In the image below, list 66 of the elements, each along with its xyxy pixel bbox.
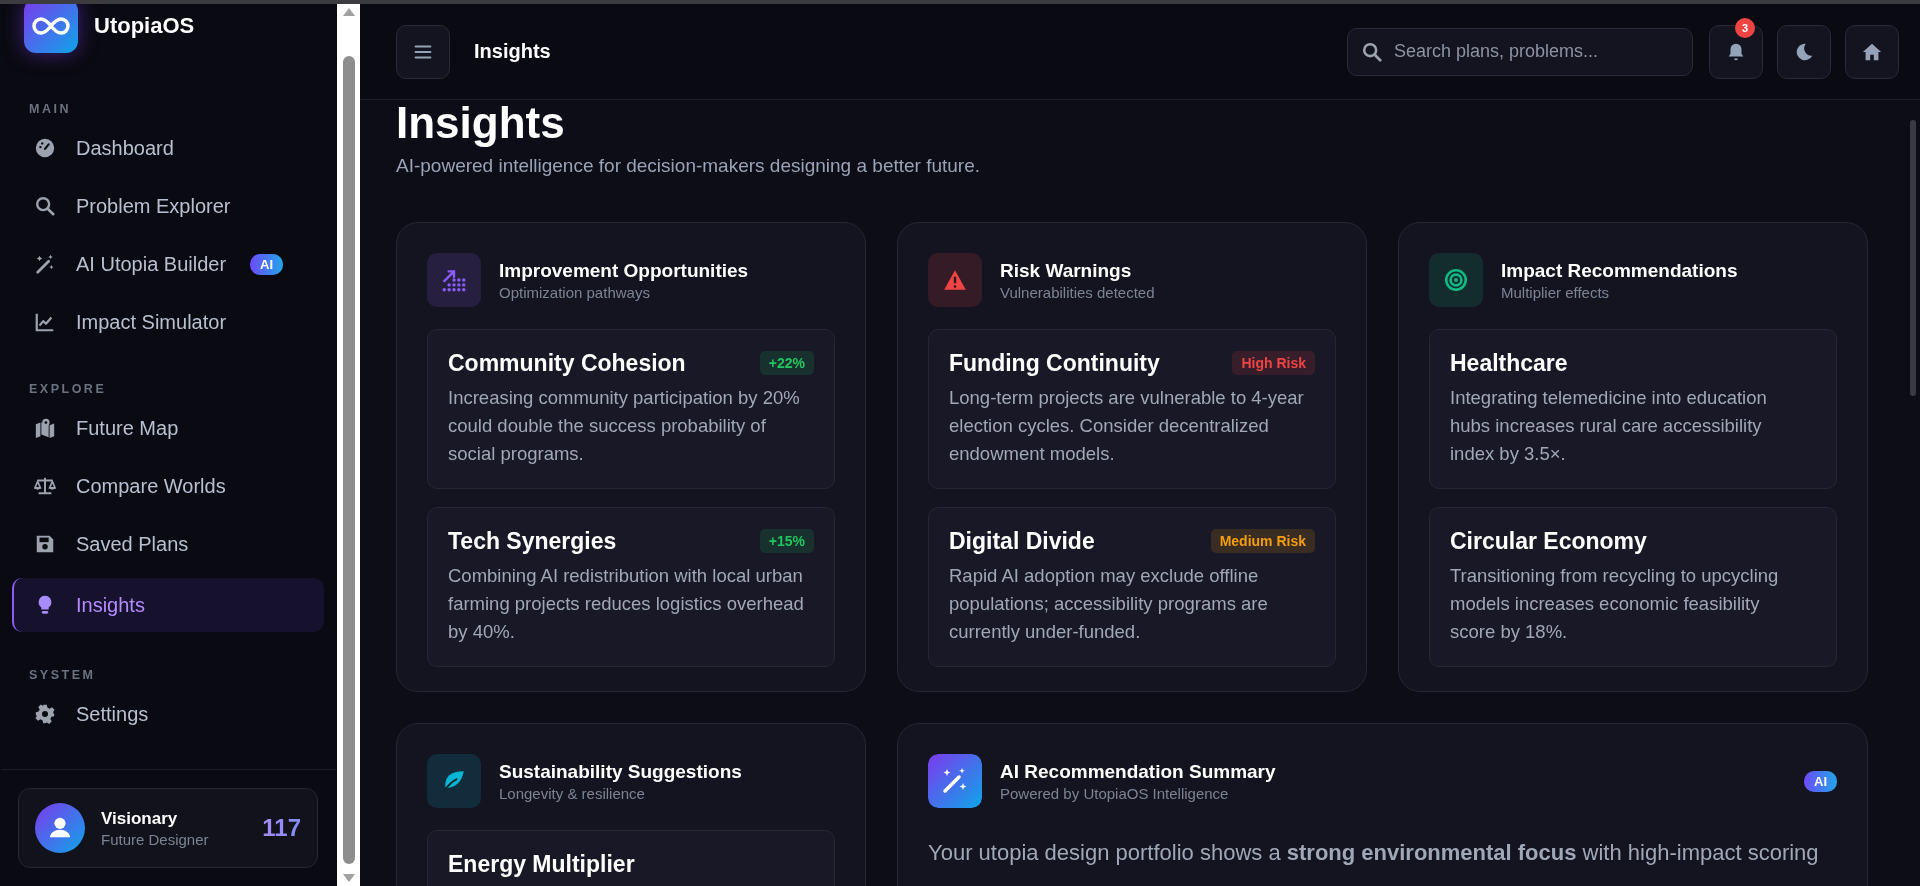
card-subtitle: Vulnerabilities detected (1000, 283, 1155, 301)
chart-icon (34, 311, 56, 333)
item-title: Energy Multiplier (448, 850, 635, 879)
infinity-logo-icon (24, 4, 78, 53)
map-icon (34, 417, 56, 439)
profile-role: Future Designer (101, 830, 210, 848)
card-title: Improvement Opportunities (499, 259, 749, 282)
page-title: Insights (474, 40, 551, 63)
card-title: Sustainability Suggestions (499, 760, 742, 783)
nav-item[interactable]: Dashboard (12, 124, 324, 172)
notifications-button[interactable] (1709, 24, 1763, 79)
nav-item[interactable]: Compare Worlds (12, 462, 324, 510)
item-title: Funding Continuity (949, 349, 1160, 378)
nav-item[interactable]: Future Map (12, 404, 324, 452)
brand-name: UtopiaOS (94, 13, 195, 39)
settings-icon (34, 703, 56, 725)
theme-toggle-button[interactable] (1777, 24, 1831, 79)
item-title: Tech Synergies (448, 527, 617, 556)
nav-item[interactable]: Impact Simulator (12, 298, 324, 346)
section-label: MAIN (29, 102, 72, 116)
nav-item[interactable]: Insights (12, 578, 324, 632)
ai-badge: AI (1804, 770, 1837, 792)
scale-icon (34, 475, 56, 497)
home-button[interactable] (1845, 24, 1899, 79)
badge: Medium Risk (1210, 529, 1315, 553)
search-icon (34, 195, 56, 217)
card-subtitle: Powered by UtopiaOS Intelligence (1000, 784, 1230, 802)
item-description: Integrating telemedicine into education hubs increases rural care accessibility index by 3.5×. (1450, 386, 1768, 466)
ai-badge: AI (250, 253, 284, 275)
avatar-icon (35, 803, 85, 853)
section-label: SYSTEM (29, 668, 97, 682)
card-subtitle: Multiplier effects (1501, 283, 1611, 301)
item-title: Community Cohesion (448, 349, 686, 378)
menu-button[interactable] (396, 24, 450, 79)
nav-item[interactable]: Problem Explorer (12, 182, 324, 230)
search-field[interactable]: Search plans, problems... (1347, 27, 1693, 76)
profile-name: Visionary (101, 808, 179, 829)
section-label: EXPLORE (29, 382, 108, 396)
card-subtitle: Optimization pathways (499, 283, 651, 301)
item-description: Transitioning from recycling to upcycling models increases economic feasibility score by 18%. (1450, 564, 1780, 644)
card-title: Risk Warnings (1000, 259, 1133, 282)
notification-badge: 3 (1735, 17, 1755, 38)
nav-item[interactable]: Settings (12, 690, 324, 738)
item-title: Circular Economy (1450, 527, 1647, 556)
badge: +15% (759, 529, 814, 553)
summary-text: Your utopia design portfolio shows a strong environmental focus with high-impact scoring (928, 839, 1820, 867)
wand-icon (928, 754, 982, 808)
gauge-icon (34, 137, 56, 159)
page-subtitle: AI-powered intelligence for decision-makers designing a better future. (396, 154, 982, 178)
card-title: AI Recommendation Summary (1000, 760, 1276, 783)
scrollbar[interactable] (337, 4, 360, 886)
item-description: Long-term projects are vulnerable to 4-year election cycles. Consider decentralized endowment models. (949, 386, 1305, 466)
card-subtitle: Longevity & resilience (499, 784, 646, 802)
item-title: Healthcare (1450, 349, 1568, 378)
item-description: Rapid AI adoption may exclude offline populations; accessibility programs are currently under-funded. (949, 564, 1269, 644)
card-title: Impact Recommendations (1501, 259, 1738, 282)
wand-icon (34, 253, 56, 275)
item-description: Combining AI redistribution with local urban farming projects reduces logistics overhead by 40%. (448, 564, 805, 644)
page-heading: Insights (396, 97, 566, 149)
nav-item[interactable]: Saved Plans (12, 520, 324, 568)
badge: +22% (759, 351, 814, 375)
badge: High Risk (1232, 351, 1315, 375)
item-title: Digital Divide (949, 527, 1095, 556)
item-description: Increasing community participation by 20% could double the success probability of social programs. (448, 386, 801, 466)
save-icon (34, 533, 56, 555)
nav-item[interactable]: AI Utopia Builder AI (12, 240, 324, 288)
